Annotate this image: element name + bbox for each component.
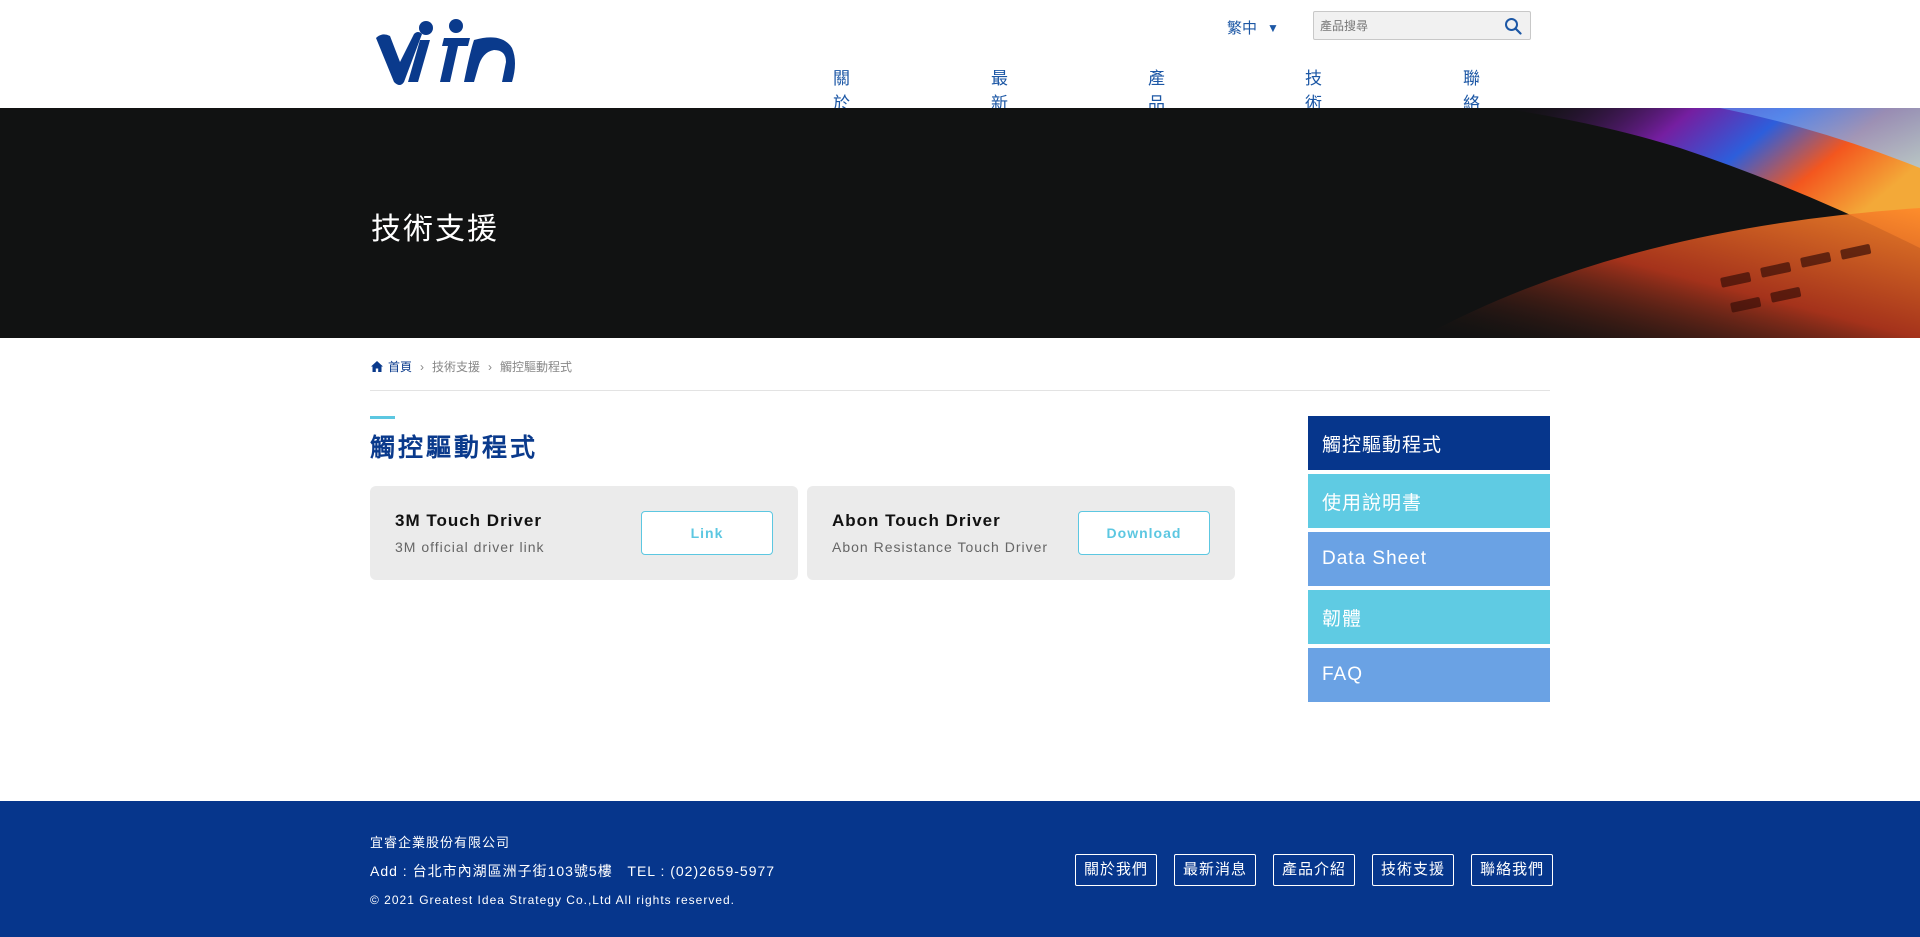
download-button[interactable]: Download xyxy=(1078,511,1210,555)
footer-link-contact[interactable]: 聯絡我們 xyxy=(1471,854,1554,886)
breadcrumb-home-label: 首頁 xyxy=(388,360,413,374)
link-button[interactable]: Link xyxy=(641,511,773,555)
footer-link-news[interactable]: 最新消息 xyxy=(1174,854,1257,886)
chevron-right-icon: › xyxy=(420,359,425,374)
footer-link-about[interactable]: 關於我們 xyxy=(1075,854,1158,886)
laptop-banner-image xyxy=(1420,108,1920,338)
language-label: 繁中 xyxy=(1227,20,1258,37)
driver-card-title: 3M Touch Driver xyxy=(395,511,542,530)
driver-card: 3M Touch Driver 3M official driver link … xyxy=(370,486,798,580)
footer-link-products[interactable]: 產品介紹 xyxy=(1273,854,1356,886)
hero-banner: 技術支援 xyxy=(0,108,1920,338)
sidebar-item-data-sheet[interactable]: Data Sheet xyxy=(1308,532,1550,586)
footer-link-support[interactable]: 技術支援 xyxy=(1372,854,1455,886)
sidebar-item-faq[interactable]: FAQ xyxy=(1308,648,1550,702)
title-accent-bar xyxy=(370,416,395,419)
footer-company: 宜睿企業股份有限公司 xyxy=(370,835,511,850)
footer-address: Add : 台北市內湖區洲子街103號5樓 TEL : (02)2659-597… xyxy=(370,863,776,879)
sidebar-item-manual[interactable]: 使用說明書 xyxy=(1308,474,1550,528)
breadcrumb-support[interactable]: 技術支援 xyxy=(432,358,480,375)
search-box xyxy=(1313,11,1531,40)
search-icon[interactable] xyxy=(1504,17,1522,35)
breadcrumb-current: 觸控驅動程式 xyxy=(500,360,573,374)
home-icon xyxy=(371,361,383,372)
breadcrumb-divider xyxy=(370,390,1550,391)
sidebar-item-firmware[interactable]: 韌體 xyxy=(1308,590,1550,644)
site-header: 繁中 ▼ 關於我們 最新消息 產品介紹 技術支援 聯絡我們 xyxy=(0,0,1920,163)
chevron-right-icon: › xyxy=(488,359,493,374)
footer-links: 關於我們 最新消息 產品介紹 技術支援 聯絡我們 xyxy=(1075,854,1554,886)
caret-down-icon: ▼ xyxy=(1267,20,1279,35)
vita-logo[interactable] xyxy=(372,18,518,90)
footer-copyright: © 2021 Greatest Idea Strategy Co.,Ltd Al… xyxy=(370,893,736,907)
driver-card-title: Abon Touch Driver xyxy=(832,511,1001,530)
driver-card-desc: 3M official driver link xyxy=(395,539,545,555)
breadcrumb: 首頁 › 技術支援 › 觸控驅動程式 xyxy=(371,358,572,375)
search-input[interactable] xyxy=(1320,16,1490,36)
sidebar-item-touch-driver[interactable]: 觸控驅動程式 xyxy=(1308,416,1550,470)
breadcrumb-home[interactable]: 首頁 xyxy=(371,358,412,375)
page-title: 觸控驅動程式 xyxy=(370,434,539,462)
language-selector[interactable]: 繁中 ▼ xyxy=(1227,17,1279,38)
hero-title: 技術支援 xyxy=(371,213,499,246)
driver-card-desc: Abon Resistance Touch Driver xyxy=(832,539,1049,555)
driver-card: Abon Touch Driver Abon Resistance Touch … xyxy=(807,486,1235,580)
site-footer: 宜睿企業股份有限公司 Add : 台北市內湖區洲子街103號5樓 TEL : (… xyxy=(0,801,1920,937)
sidebar-menu: 觸控驅動程式 使用說明書 Data Sheet 韌體 FAQ xyxy=(1308,416,1550,706)
